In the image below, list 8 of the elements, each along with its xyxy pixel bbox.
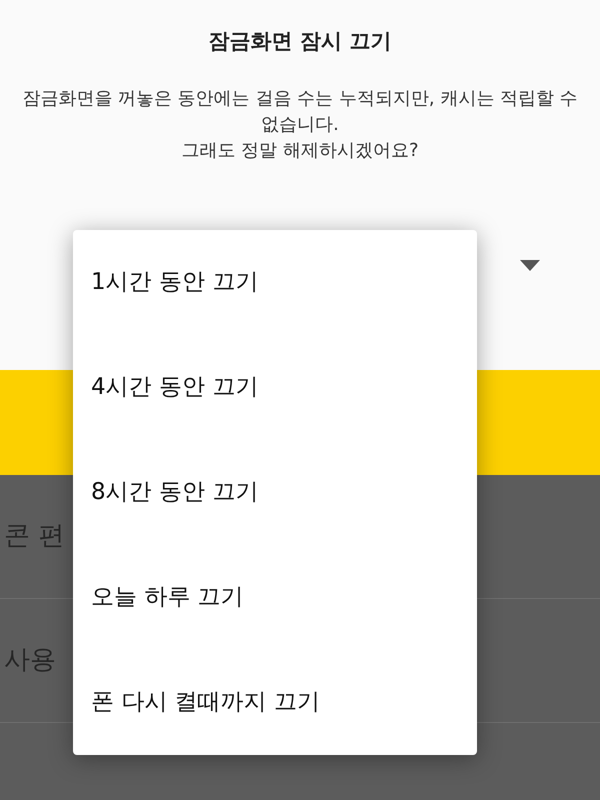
- menu-item[interactable]: 오늘 하루 끄기: [73, 545, 477, 650]
- dialog-title: 잠금화면 잠시 끄기: [208, 28, 392, 55]
- dropdown-caret-icon[interactable]: [520, 260, 540, 272]
- dialog-message: 잠금화면을 꺼놓은 동안에는 걸음 수는 누적되지만, 캐시는 적립할 수 없습니다. 그래도 정말 해제하시겠어요?: [21, 86, 579, 163]
- menu-item[interactable]: 8시간 동안 끄기: [73, 440, 477, 545]
- menu-item[interactable]: 4시간 동안 끄기: [73, 335, 477, 440]
- menu-item[interactable]: 폰 다시 켤때까지 끄기: [73, 650, 477, 755]
- menu-item[interactable]: 1시간 동안 끄기: [73, 230, 477, 335]
